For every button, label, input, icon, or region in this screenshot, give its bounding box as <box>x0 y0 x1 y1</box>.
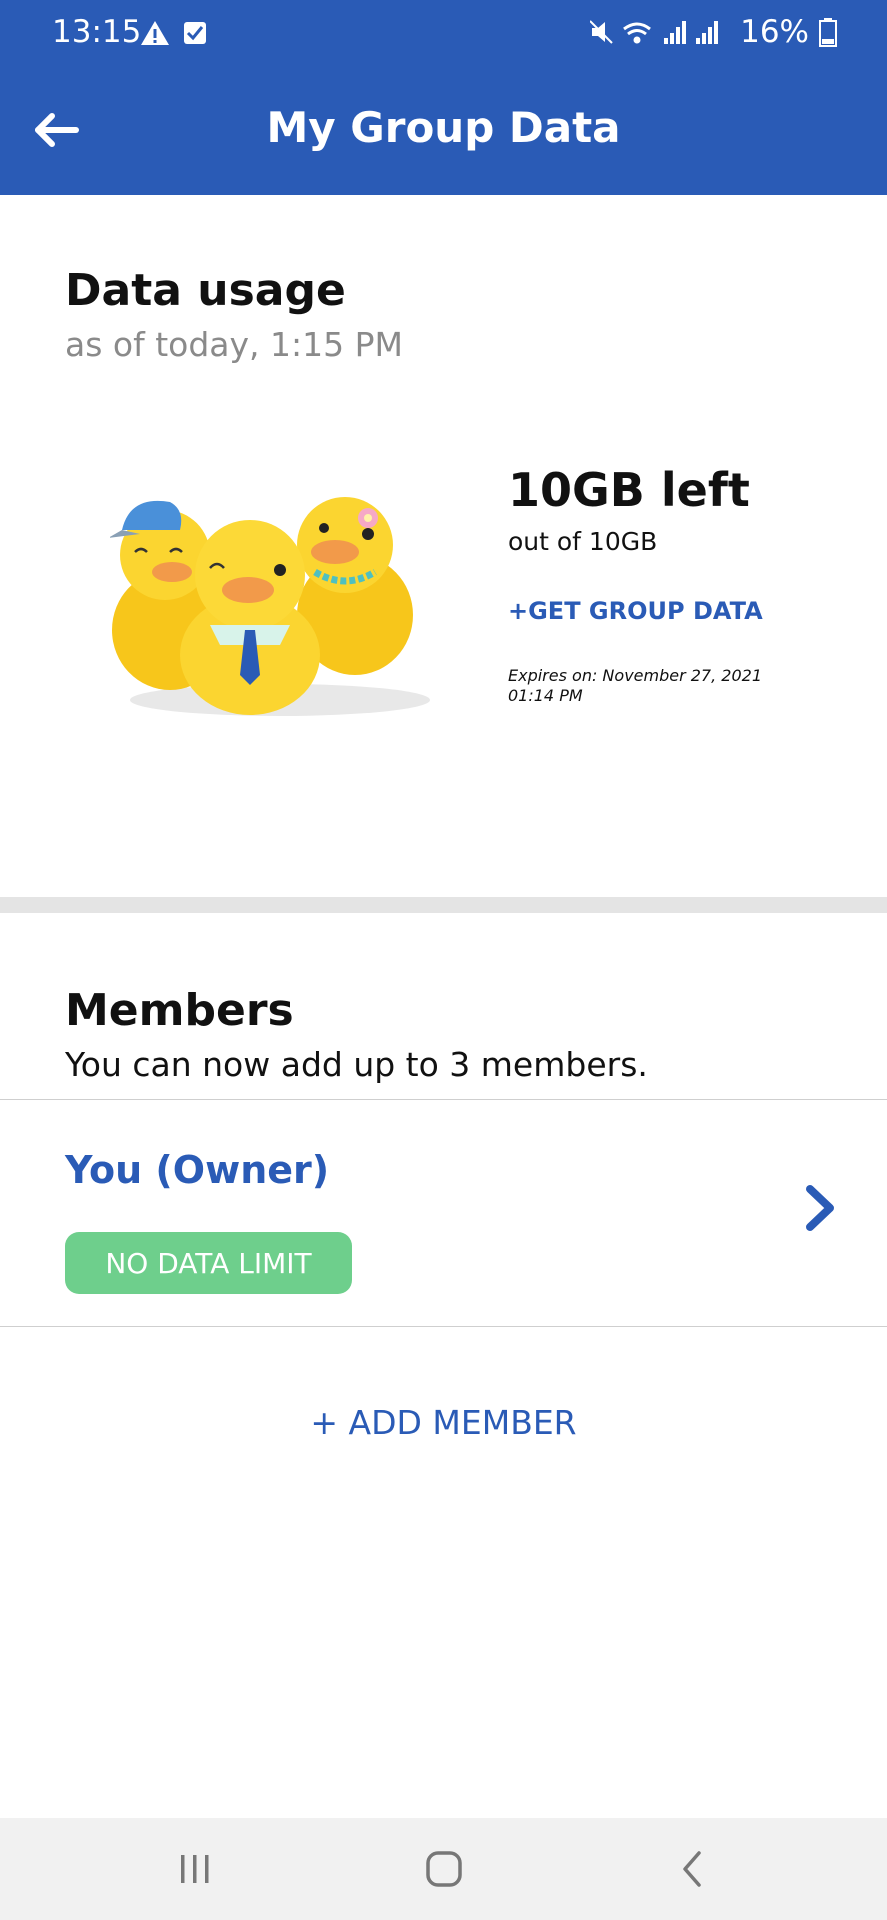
data-total: out of 10GB <box>508 527 658 556</box>
system-nav-bar <box>0 1818 887 1920</box>
data-remaining: 10GB left <box>508 463 750 517</box>
members-subtitle: You can now add up to 3 members. <box>65 1045 648 1084</box>
check-box-icon <box>184 22 206 44</box>
home-icon <box>426 1851 462 1887</box>
data-usage-timestamp: as of today, 1:15 PM <box>65 325 403 364</box>
mute-icon <box>590 20 613 44</box>
page-title: My Group Data <box>266 103 621 152</box>
app-header: 13:15 16% My Group Data <box>0 0 887 195</box>
members-title: Members <box>65 985 294 1036</box>
expiry-time: 01:14 PM <box>508 686 583 705</box>
signal-icon <box>696 21 719 44</box>
ducks-illustration <box>110 497 430 716</box>
status-bar: 13:15 16% <box>0 0 887 70</box>
section-divider <box>0 897 887 913</box>
data-usage-title: Data usage <box>65 265 346 316</box>
status-right: 16% <box>590 14 837 50</box>
add-member-button[interactable]: + ADD MEMBER <box>0 1403 887 1442</box>
battery-percent: 16% <box>740 14 809 50</box>
status-badge: NO DATA LIMIT <box>65 1232 352 1294</box>
battery-icon <box>819 18 837 47</box>
member-name: You (Owner) <box>65 1148 330 1192</box>
chevron-right-icon <box>806 1185 834 1231</box>
divider <box>0 1326 887 1327</box>
system-back-button[interactable] <box>632 1818 752 1920</box>
recents-button[interactable] <box>135 1818 255 1920</box>
expiry-info: Expires on: November 27, 2021 01:14 PM <box>508 666 808 706</box>
home-button[interactable] <box>384 1818 504 1920</box>
recents-icon <box>181 1855 209 1883</box>
signal-icon <box>664 21 687 44</box>
expiry-date: Expires on: November 27, 2021 <box>508 666 762 685</box>
back-chevron-icon <box>683 1851 701 1887</box>
status-left-icons <box>138 18 208 52</box>
status-icons <box>590 20 719 44</box>
get-group-data-link[interactable]: +GET GROUP DATA <box>508 597 763 625</box>
member-row-owner[interactable]: You (Owner) NO DATA LIMIT <box>0 1100 887 1326</box>
status-time: 13:15 <box>52 14 142 50</box>
wifi-icon <box>623 22 652 44</box>
warning-icon <box>141 21 169 45</box>
